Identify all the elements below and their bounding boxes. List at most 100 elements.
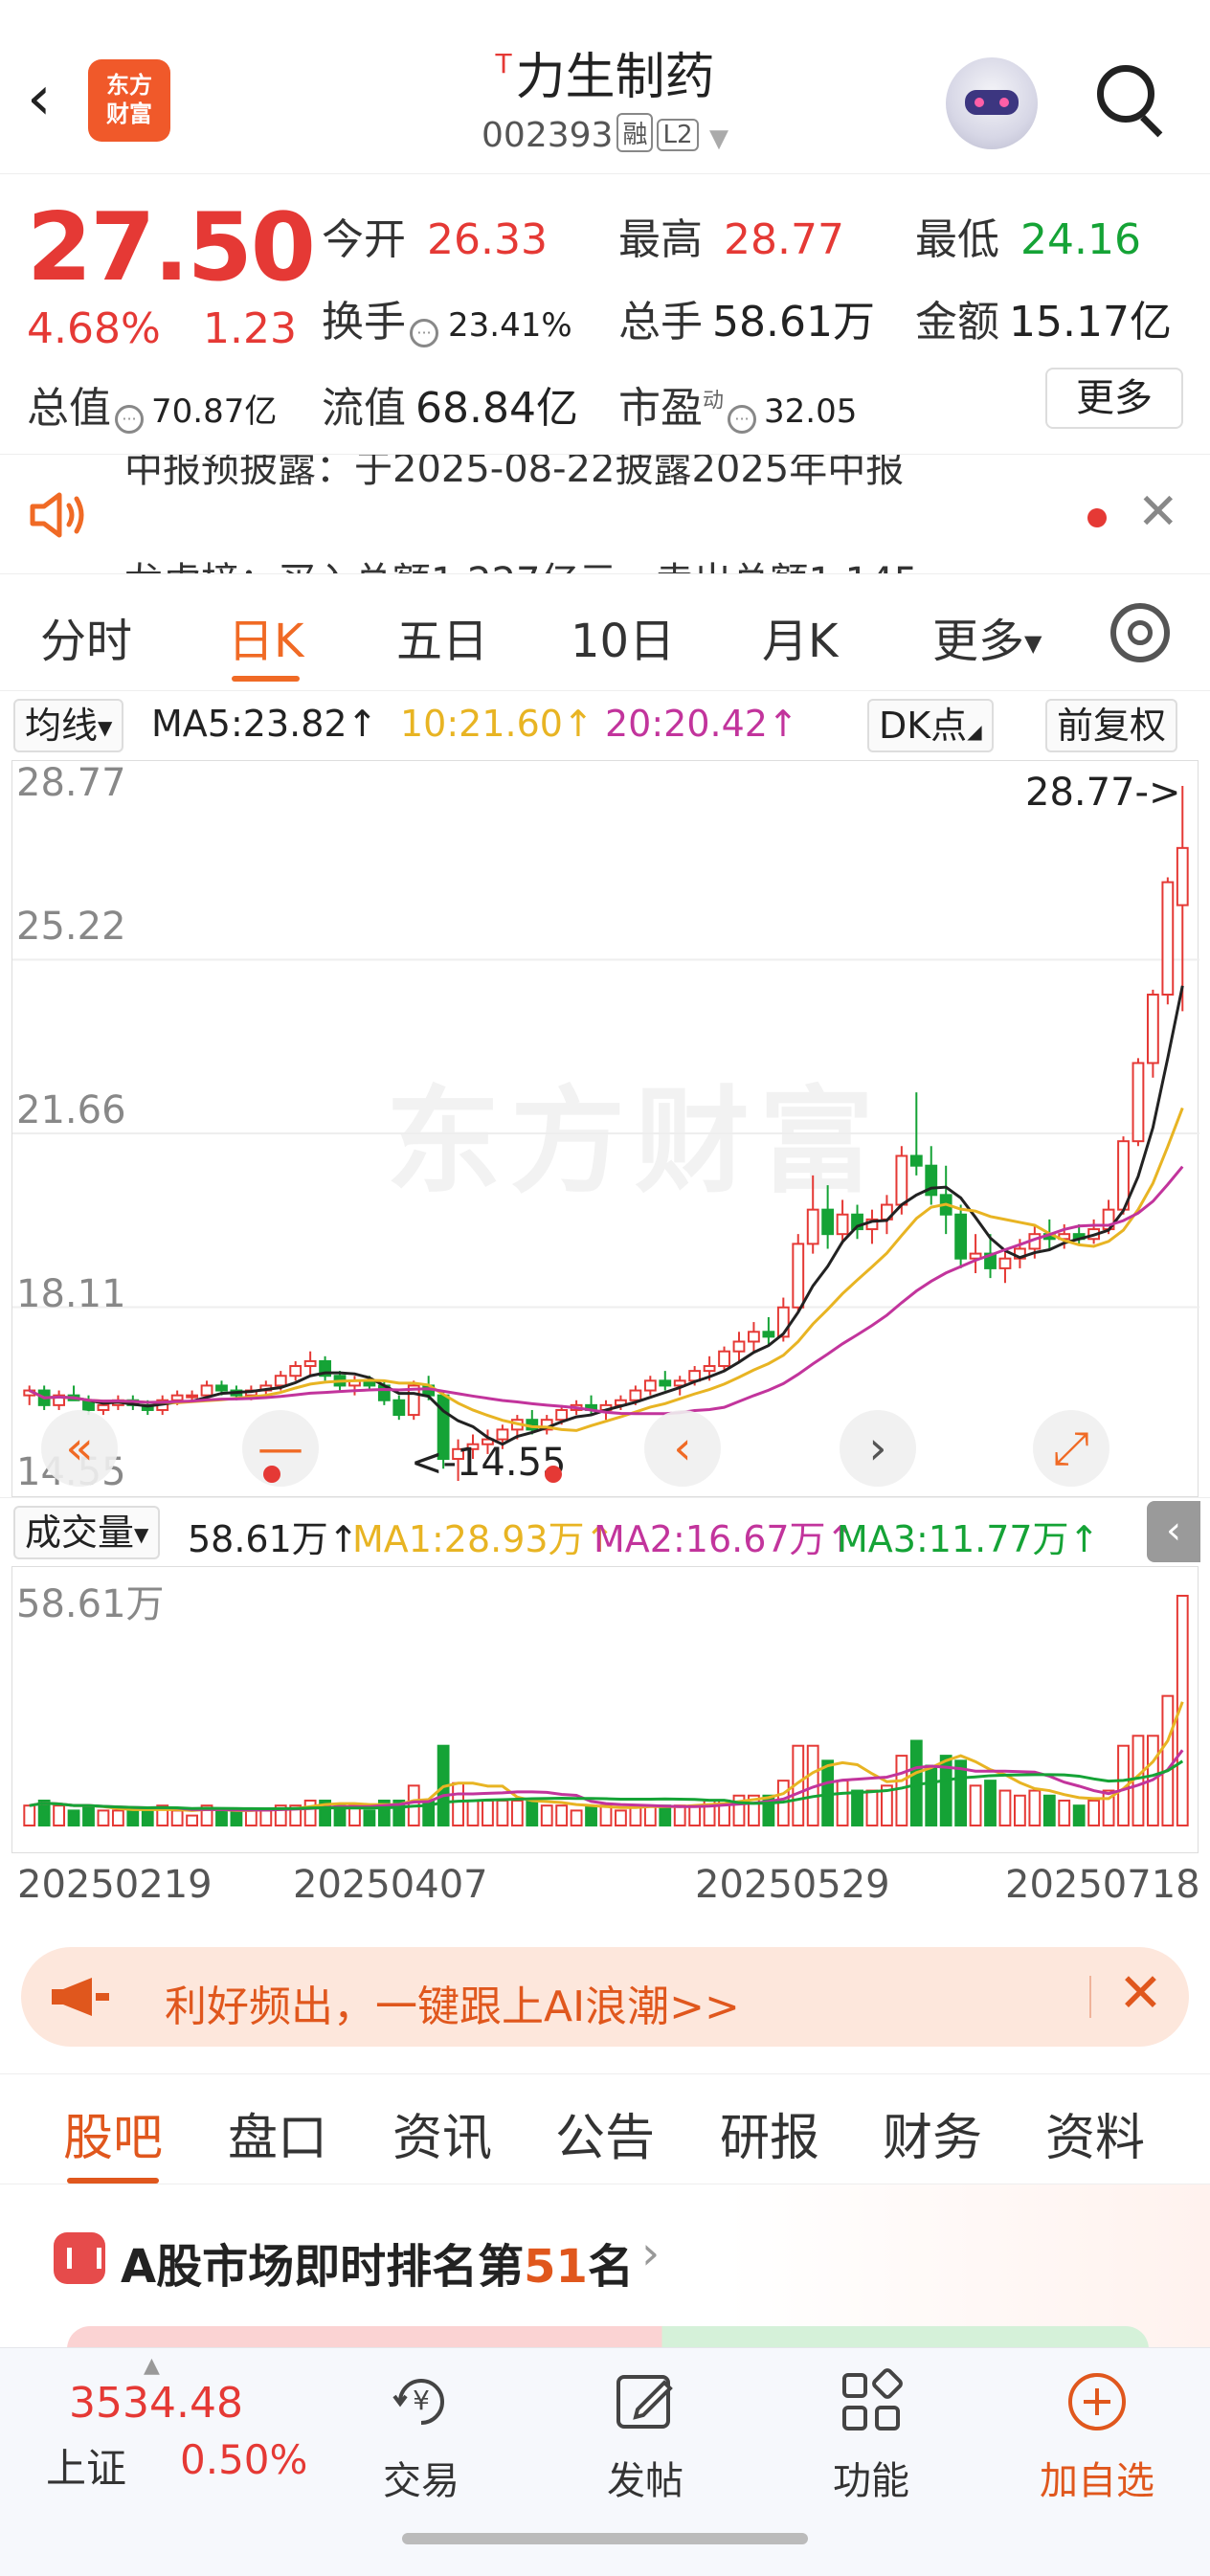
sentiment-strip [67,2326,1149,2349]
tab-profile[interactable]: 资料 [1045,2097,1145,2169]
volume-bar [53,1804,66,1826]
zoom-out-icon[interactable]: — [242,1410,319,1487]
volume-bar [97,1809,110,1826]
vol-ma3-value: MA3:11.77万↑ [837,1518,1100,1560]
home-indicator [402,2533,808,2544]
volume-bar [244,1809,258,1826]
candle-body [1161,881,1175,997]
tab-ten-day[interactable]: 10日 [571,603,675,670]
volume-bar [540,1804,553,1826]
volume-bar [303,1799,317,1827]
kline-chart[interactable]: 东方财富 28.77 25.22 21.66 18.11 14.55 28.77… [11,760,1199,1497]
y-tick-label: 18.11 [16,1272,126,1316]
candle-body [806,1208,819,1245]
volume-bar [466,1799,480,1827]
candle-body [659,1379,672,1387]
volume-bar [1028,1789,1042,1826]
y-tick-label: 21.66 [16,1088,126,1132]
candle-body [392,1399,406,1417]
vol-ma1-value: MA1:28.93万↑ [352,1518,616,1560]
tab-five-day[interactable]: 五日 [396,603,488,670]
volume-plot [23,1595,1189,1827]
chevron-right-icon: › [641,2227,661,2280]
amount-value: 15.17亿 [1009,298,1172,347]
trade-yen-icon: ¥ [392,2379,444,2425]
tab-daily-k[interactable]: 日K [228,603,303,682]
candle-body [998,1257,1012,1269]
nav-trade[interactable]: ¥ 交易 [354,2367,488,2505]
nav-functions[interactable]: 功能 [804,2367,938,2505]
volume-bar [363,1809,376,1826]
candle-body [703,1365,716,1373]
volume-bar [865,1789,879,1826]
add-circle-icon [1068,2373,1126,2430]
volume-bar [851,1789,863,1826]
volume-chart[interactable]: 58.61万 [11,1566,1199,1853]
date-label: 20250407 [293,1863,488,1907]
tab-guba[interactable]: 股吧 [63,2097,163,2184]
search-icon[interactable] [1097,65,1166,138]
tab-financials[interactable]: 财务 [883,2097,982,2169]
volume-bar [688,1804,702,1826]
volume-selector[interactable]: 成交量▼ [13,1506,161,1559]
tab-announcements[interactable]: 公告 [555,2097,655,2169]
ma5-line [29,985,1184,1446]
open-stat: 今开 26.33 [322,215,548,264]
date-label: 20250219 [17,1863,213,1907]
market-rank-card[interactable]: A股市场即时排名第51名 › [0,2184,1210,2349]
grid-apps-icon [842,2368,903,2430]
volume-bar [570,1809,583,1826]
close-icon[interactable]: ✕ [1118,1962,1163,2025]
more-stats-button[interactable]: 更多 [1045,368,1183,429]
tab-pankou[interactable]: 盘口 [228,2097,327,2169]
index-pct[interactable]: 0.50% [180,2436,307,2483]
volume-value: 58.61万↑ [188,1518,359,1560]
adjust-mode-button[interactable]: 前复权 [1045,699,1178,752]
ai-assistant-robot-icon[interactable] [946,57,1038,149]
volume-bar [496,1799,509,1827]
fullscreen-icon[interactable]: ⤢ [1033,1410,1109,1487]
tab-research[interactable]: 研报 [720,2097,819,2169]
candle-body [1176,846,1189,907]
date-label: 20250529 [695,1863,890,1907]
ma20-value: 20:20.42↑ [605,703,798,745]
index-value[interactable]: 3534.48 [69,2379,243,2428]
index-name[interactable]: 上证 [46,2436,126,2495]
dk-point-button[interactable]: DK点◢ [867,699,994,752]
chevron-right-icon[interactable]: › [840,1410,916,1487]
candle-body [821,1208,835,1236]
volume-bar [998,1789,1012,1826]
tab-intraday[interactable]: 分时 [40,603,132,670]
tab-news[interactable]: 资讯 [392,2097,492,2169]
promo-banner[interactable]: 利好频出，一键跟上AI浪潮>> ✕ [21,1947,1189,2047]
volume-bar [126,1809,140,1826]
tab-more[interactable]: 更多▼ [932,603,1042,670]
candlestick-plot [12,786,1199,1481]
collapse-panel-chevron-icon[interactable]: ‹ [1147,1501,1200,1562]
ma-selector[interactable]: 均线▼ [13,699,124,752]
divider [1089,1976,1091,2018]
rewind-icon[interactable]: « [41,1410,118,1487]
volume-bar [673,1804,686,1826]
chevron-down-icon: ▼ [1024,630,1042,657]
volume-bar [67,1809,80,1826]
high-stat: 最高 28.77 [618,215,844,264]
chart-settings-gear-icon[interactable] [1110,603,1170,662]
ma-indicator-bar: 均线▼ MA5:23.82↑ 10:21.60↑ 20:20.42↑ DK点◢ … [0,693,1210,758]
close-icon[interactable]: ✕ [1137,483,1179,541]
marker-dot [545,1466,562,1483]
candle-body [1146,994,1159,1064]
candle-body [496,1428,509,1441]
chevron-left-icon[interactable]: ‹ [644,1410,721,1487]
news-ticker[interactable]: 中报预披露：于2025-08-22披露2025年中报 龙虎榜：买入总额1.227… [0,454,1210,574]
candle-body [748,1331,760,1343]
candle-body [629,1389,642,1401]
ticker-line: 龙虎榜：买入总额1.227亿元，卖出总额1.145 [124,550,918,573]
volume-bar [186,1814,199,1827]
nav-post[interactable]: 发帖 [578,2367,712,2505]
volume-bar [585,1804,597,1826]
nav-add-watchlist[interactable]: 加自选 [1030,2367,1164,2505]
volume-y-label: 58.61万 [16,1582,165,1626]
tab-monthly-k[interactable]: 月K [762,603,838,670]
candle-body [274,1375,287,1387]
